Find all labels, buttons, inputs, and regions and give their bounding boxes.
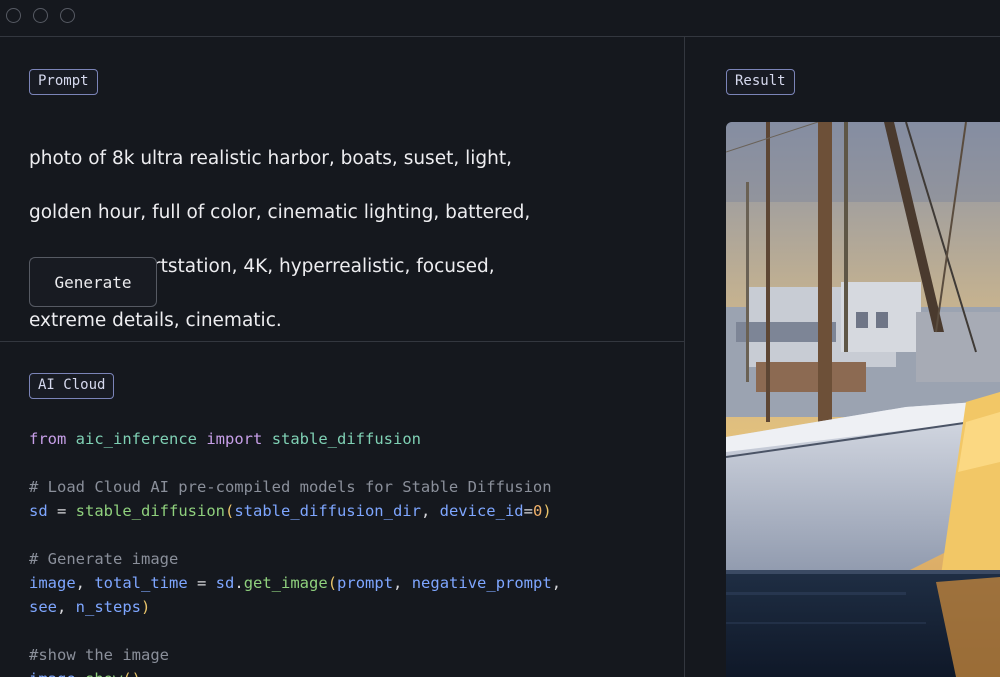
code-token: image bbox=[29, 574, 76, 592]
prompt-text[interactable]: photo of 8k ultra realistic harbor, boat… bbox=[29, 118, 669, 361]
code-token: negative_prompt bbox=[411, 574, 552, 592]
code-token: , bbox=[57, 598, 76, 616]
code-line: # Load Cloud AI pre-compiled models for … bbox=[29, 475, 679, 499]
code-token: , bbox=[393, 574, 412, 592]
code-token: = bbox=[47, 502, 76, 520]
code-token: ) bbox=[542, 502, 552, 520]
result-image bbox=[726, 122, 1000, 677]
code-token: show bbox=[85, 670, 122, 677]
code-block: from aic_inference import stable_diffusi… bbox=[29, 427, 679, 677]
code-token: prompt bbox=[337, 574, 394, 592]
code-line: see, n_steps) bbox=[29, 595, 679, 619]
code-token: device_id bbox=[439, 502, 524, 520]
generate-button[interactable]: Generate bbox=[29, 257, 157, 307]
code-line: from aic_inference import stable_diffusi… bbox=[29, 427, 679, 451]
code-line: #show the image bbox=[29, 643, 679, 667]
code-line: sd = stable_diffusion(stable_diffusion_d… bbox=[29, 499, 679, 523]
code-token: stable_diffusion bbox=[271, 430, 421, 448]
code-token: # Generate image bbox=[29, 550, 179, 568]
code-token: = bbox=[523, 502, 533, 520]
panel-divider-vertical bbox=[684, 37, 685, 677]
prompt-line: golden hour, full of color, cinematic li… bbox=[29, 202, 531, 223]
ai-cloud-tag: AI Cloud bbox=[29, 373, 115, 399]
code-line: # Generate image bbox=[29, 547, 679, 571]
code-token: sd bbox=[215, 574, 235, 592]
code-token: , bbox=[75, 574, 95, 592]
harbor-image-graphic bbox=[726, 122, 1000, 677]
code-token: aic_inference bbox=[75, 430, 197, 448]
code-token: 0 bbox=[532, 502, 543, 520]
code-token: . bbox=[76, 670, 85, 677]
code-token: sd bbox=[29, 502, 48, 520]
code-token: n_steps bbox=[75, 598, 141, 616]
window-titlebar bbox=[0, 0, 1000, 37]
code-line: image, total_time = sd.get_image(prompt,… bbox=[29, 571, 679, 595]
code-token: , bbox=[551, 574, 562, 592]
code-token: total_time bbox=[94, 574, 188, 592]
code-token: stable_diffusion bbox=[75, 502, 225, 520]
prompt-tag: Prompt bbox=[29, 69, 98, 95]
prompt-line: photo of 8k ultra realistic harbor, boat… bbox=[29, 148, 512, 169]
window-minimize-button[interactable] bbox=[33, 8, 48, 23]
code-token: ( bbox=[224, 502, 235, 520]
code-line: image.show() bbox=[29, 667, 679, 677]
code-token: # Load Cloud AI pre-compiled models for … bbox=[29, 478, 552, 496]
code-token: = bbox=[187, 574, 216, 592]
code-token: see bbox=[29, 598, 57, 616]
window-close-button[interactable] bbox=[6, 8, 21, 23]
code-token: , bbox=[420, 502, 440, 520]
code-token: import bbox=[206, 430, 263, 448]
code-token: from bbox=[29, 430, 67, 448]
code-token: () bbox=[122, 670, 141, 677]
code-token: #show the image bbox=[29, 646, 169, 664]
code-token: stable_diffusion_dir bbox=[234, 502, 421, 520]
code-token: ) bbox=[141, 598, 151, 616]
code-token: get_image bbox=[243, 574, 328, 592]
result-tag: Result bbox=[726, 69, 795, 95]
code-token: . bbox=[234, 574, 244, 592]
window-maximize-button[interactable] bbox=[60, 8, 75, 23]
code-token: ( bbox=[327, 574, 338, 592]
prompt-line: extreme details, cinematic. bbox=[29, 310, 282, 331]
code-token: image bbox=[29, 670, 76, 677]
